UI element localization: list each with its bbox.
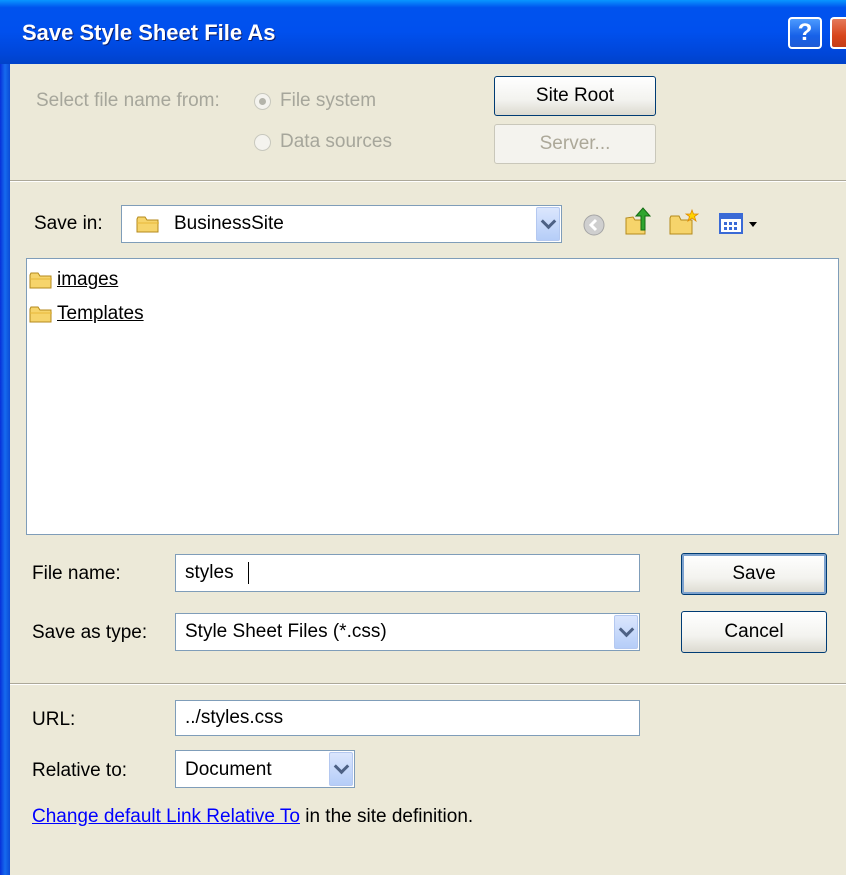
view-menu-icon[interactable] — [719, 212, 763, 236]
save-as-type-select[interactable]: Style Sheet Files (*.css) — [175, 613, 640, 651]
window-title: Save Style Sheet File As — [22, 20, 276, 45]
list-item[interactable]: Templates — [29, 301, 144, 327]
server-button[interactable]: Server... — [494, 124, 656, 164]
text-cursor — [248, 562, 249, 584]
file-name-label: File name: — [32, 563, 121, 584]
url-input[interactable]: ../styles.css — [175, 700, 640, 736]
help-button[interactable]: ? — [788, 17, 822, 49]
save-button[interactable]: Save — [681, 553, 827, 595]
relative-to-value: Document — [185, 759, 272, 780]
change-link-relative-to-link[interactable]: Change default Link Relative To — [32, 806, 300, 827]
save-in-value: BusinessSite — [174, 213, 284, 234]
cancel-button[interactable]: Cancel — [681, 611, 827, 653]
save-as-type-value: Style Sheet Files (*.css) — [185, 621, 387, 642]
file-name-value: styles — [185, 562, 234, 583]
separator — [10, 180, 846, 182]
radio-data-sources-label: Data sources — [280, 131, 392, 152]
relative-to-select[interactable]: Document — [175, 750, 355, 788]
back-icon[interactable] — [583, 214, 605, 236]
url-value: ../styles.css — [185, 707, 284, 728]
radio-file-system-label: File system — [280, 90, 377, 111]
save-in-label: Save in: — [34, 213, 103, 234]
folder-icon — [29, 272, 52, 289]
radio-selected-dot — [259, 98, 266, 105]
separator — [10, 683, 846, 685]
folder-icon — [29, 306, 52, 323]
save-as-type-label: Save as type: — [32, 622, 148, 643]
folder-icon — [136, 216, 159, 233]
list-item-label: images — [57, 269, 119, 290]
footer-suffix: in the site definition. — [299, 806, 474, 827]
new-folder-icon[interactable] — [668, 208, 700, 236]
window-border — [0, 64, 10, 875]
chevron-down-icon[interactable] — [614, 615, 638, 649]
close-button[interactable] — [830, 17, 846, 49]
file-list[interactable]: images Templates — [26, 258, 839, 535]
footer-text: Change default Link Relative To in the s… — [32, 806, 473, 828]
radio-file-system[interactable] — [254, 93, 271, 110]
site-root-button[interactable]: Site Root — [494, 76, 656, 116]
up-folder-icon[interactable] — [623, 206, 653, 236]
relative-to-label: Relative to: — [32, 760, 128, 781]
list-item[interactable]: images — [29, 267, 118, 293]
select-from-label: Select file name from: — [36, 90, 220, 111]
chevron-down-icon[interactable] — [536, 207, 560, 241]
url-label: URL: — [32, 709, 76, 730]
chevron-down-icon[interactable] — [329, 752, 353, 786]
list-item-label: Templates — [57, 303, 144, 324]
save-in-combo[interactable]: BusinessSite — [121, 205, 562, 243]
file-name-input[interactable]: styles — [175, 554, 640, 592]
radio-data-sources[interactable] — [254, 134, 271, 151]
